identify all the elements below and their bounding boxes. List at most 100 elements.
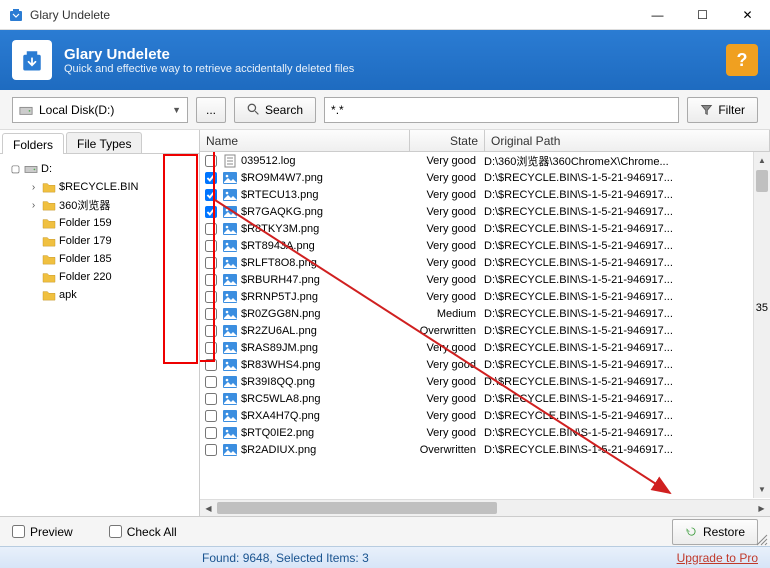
file-path: D:\$RECYCLE.BIN\S-1-5-21-946917... [484,189,770,201]
app-logo [12,40,52,80]
row-checkbox[interactable] [200,155,222,167]
row-checkbox[interactable] [200,274,222,286]
file-row[interactable]: $RLFT8O8.pngVery goodD:\$RECYCLE.BIN\S-1… [200,254,770,271]
row-checkbox[interactable] [200,427,222,439]
row-checkbox[interactable] [200,325,222,337]
scroll-left-icon[interactable]: ◀ [200,500,217,516]
row-checkbox[interactable] [200,189,222,201]
file-path: D:\$RECYCLE.BIN\S-1-5-21-946917... [484,376,770,388]
restore-button[interactable]: Restore [672,519,758,545]
tab-file-types[interactable]: File Types [66,132,142,153]
preview-checkbox[interactable]: Preview [12,525,73,539]
row-checkbox[interactable] [200,291,222,303]
left-panel: Folders File Types ▢D:›$RECYCLE.BIN›360浏… [0,130,200,516]
file-row[interactable]: $R2ADIUX.pngOverwrittenD:\$RECYCLE.BIN\S… [200,441,770,458]
file-icon [222,443,238,457]
tree-node[interactable]: ›$RECYCLE.BIN [4,178,195,196]
file-row[interactable]: $RT8943A.pngVery goodD:\$RECYCLE.BIN\S-1… [200,237,770,254]
col-path[interactable]: Original Path [485,130,770,151]
tree-node[interactable]: Folder 220 [4,268,195,286]
scroll-down-icon[interactable]: ▼ [754,481,770,498]
file-rows[interactable]: 039512.logVery goodD:\360浏览器\360ChromeX\… [200,152,770,499]
file-icon [222,188,238,202]
file-state: Overwritten [409,325,484,337]
file-row[interactable]: $R83WHS4.pngVery goodD:\$RECYCLE.BIN\S-1… [200,356,770,373]
file-state: Very good [409,223,484,235]
file-row[interactable]: $R2ZU6AL.pngOverwrittenD:\$RECYCLE.BIN\S… [200,322,770,339]
tree-node[interactable]: ›360浏览器 [4,196,195,214]
file-row[interactable]: $RO9M4W7.pngVery goodD:\$RECYCLE.BIN\S-1… [200,169,770,186]
file-path: D:\$RECYCLE.BIN\S-1-5-21-946917... [484,206,770,218]
tree-label: Folder 185 [59,253,112,265]
expand-icon[interactable]: ▢ [10,164,21,175]
col-name[interactable]: Name [200,130,410,151]
file-row[interactable]: $RTQ0IE2.pngVery goodD:\$RECYCLE.BIN\S-1… [200,424,770,441]
file-path: D:\$RECYCLE.BIN\S-1-5-21-946917... [484,427,770,439]
minimize-button[interactable]: — [635,0,680,30]
search-button[interactable]: Search [234,97,316,123]
maximize-button[interactable]: ☐ [680,0,725,30]
file-icon [222,426,238,440]
tree-node[interactable]: Folder 185 [4,250,195,268]
scroll-up-icon[interactable]: ▲ [754,152,770,169]
col-state[interactable]: State [410,130,485,151]
expand-icon[interactable]: › [28,182,39,193]
filter-pattern-input[interactable]: *.* [324,97,679,123]
row-checkbox[interactable] [200,223,222,235]
vertical-scrollbar[interactable]: ▲ ▼ [753,152,770,498]
filter-button[interactable]: Filter [687,97,758,123]
tree-node[interactable]: apk [4,286,195,304]
app-icon [8,7,24,23]
row-checkbox[interactable] [200,359,222,371]
header-title: Glary Undelete [64,46,354,63]
file-icon [222,358,238,372]
file-row[interactable]: $R8TKY3M.pngVery goodD:\$RECYCLE.BIN\S-1… [200,220,770,237]
expand-icon[interactable]: › [28,200,39,211]
horizontal-scrollbar[interactable]: ◀ ▶ [200,499,770,516]
file-path: D:\$RECYCLE.BIN\S-1-5-21-946917... [484,410,770,422]
row-checkbox[interactable] [200,376,222,388]
scroll-thumb[interactable] [217,502,497,514]
file-row[interactable]: $R0ZGG8N.pngMediumD:\$RECYCLE.BIN\S-1-5-… [200,305,770,322]
row-checkbox[interactable] [200,172,222,184]
upgrade-link[interactable]: Upgrade to Pro [677,551,758,565]
file-row[interactable]: $RRNP5TJ.pngVery goodD:\$RECYCLE.BIN\S-1… [200,288,770,305]
window-title: Glary Undelete [30,8,635,22]
row-checkbox[interactable] [200,240,222,252]
row-checkbox[interactable] [200,257,222,269]
row-checkbox[interactable] [200,308,222,320]
file-path: D:\$RECYCLE.BIN\S-1-5-21-946917... [484,325,770,337]
file-row[interactable]: $RXA4H7Q.pngVery goodD:\$RECYCLE.BIN\S-1… [200,407,770,424]
row-checkbox[interactable] [200,342,222,354]
file-row[interactable]: $RBURH47.pngVery goodD:\$RECYCLE.BIN\S-1… [200,271,770,288]
folder-tree[interactable]: ▢D:›$RECYCLE.BIN›360浏览器Folder 159Folder … [0,154,199,516]
browse-button[interactable]: ... [196,97,226,123]
file-row[interactable]: $R39I8QQ.pngVery goodD:\$RECYCLE.BIN\S-1… [200,373,770,390]
tree-node[interactable]: Folder 179 [4,232,195,250]
row-checkbox[interactable] [200,444,222,456]
row-checkbox[interactable] [200,410,222,422]
row-checkbox[interactable] [200,393,222,405]
check-all-checkbox[interactable]: Check All [109,525,177,539]
file-row[interactable]: 039512.logVery goodD:\360浏览器\360ChromeX\… [200,152,770,169]
file-name: $R39I8QQ.png [241,376,409,388]
file-name: $RO9M4W7.png [241,172,409,184]
scroll-thumb[interactable] [756,170,768,192]
file-row[interactable]: $RAS89JM.pngVery goodD:\$RECYCLE.BIN\S-1… [200,339,770,356]
file-row[interactable]: $R7GAQKG.pngVery goodD:\$RECYCLE.BIN\S-1… [200,203,770,220]
file-row[interactable]: $RC5WLA8.pngVery goodD:\$RECYCLE.BIN\S-1… [200,390,770,407]
file-icon [222,307,238,321]
scroll-right-icon[interactable]: ▶ [753,500,770,516]
tree-node[interactable]: ▢D: [4,160,195,178]
row-checkbox[interactable] [200,206,222,218]
resize-grip-icon[interactable] [756,534,768,546]
help-button[interactable]: ? [726,44,758,76]
file-name: $R0ZGG8N.png [241,308,409,320]
file-row[interactable]: $RTECU13.pngVery goodD:\$RECYCLE.BIN\S-1… [200,186,770,203]
file-state: Very good [409,240,484,252]
file-name: $R83WHS4.png [241,359,409,371]
tree-node[interactable]: Folder 159 [4,214,195,232]
tab-folders[interactable]: Folders [2,133,64,154]
drive-select[interactable]: Local Disk(D:) ▼ [12,97,188,123]
close-button[interactable]: ✕ [725,0,770,30]
